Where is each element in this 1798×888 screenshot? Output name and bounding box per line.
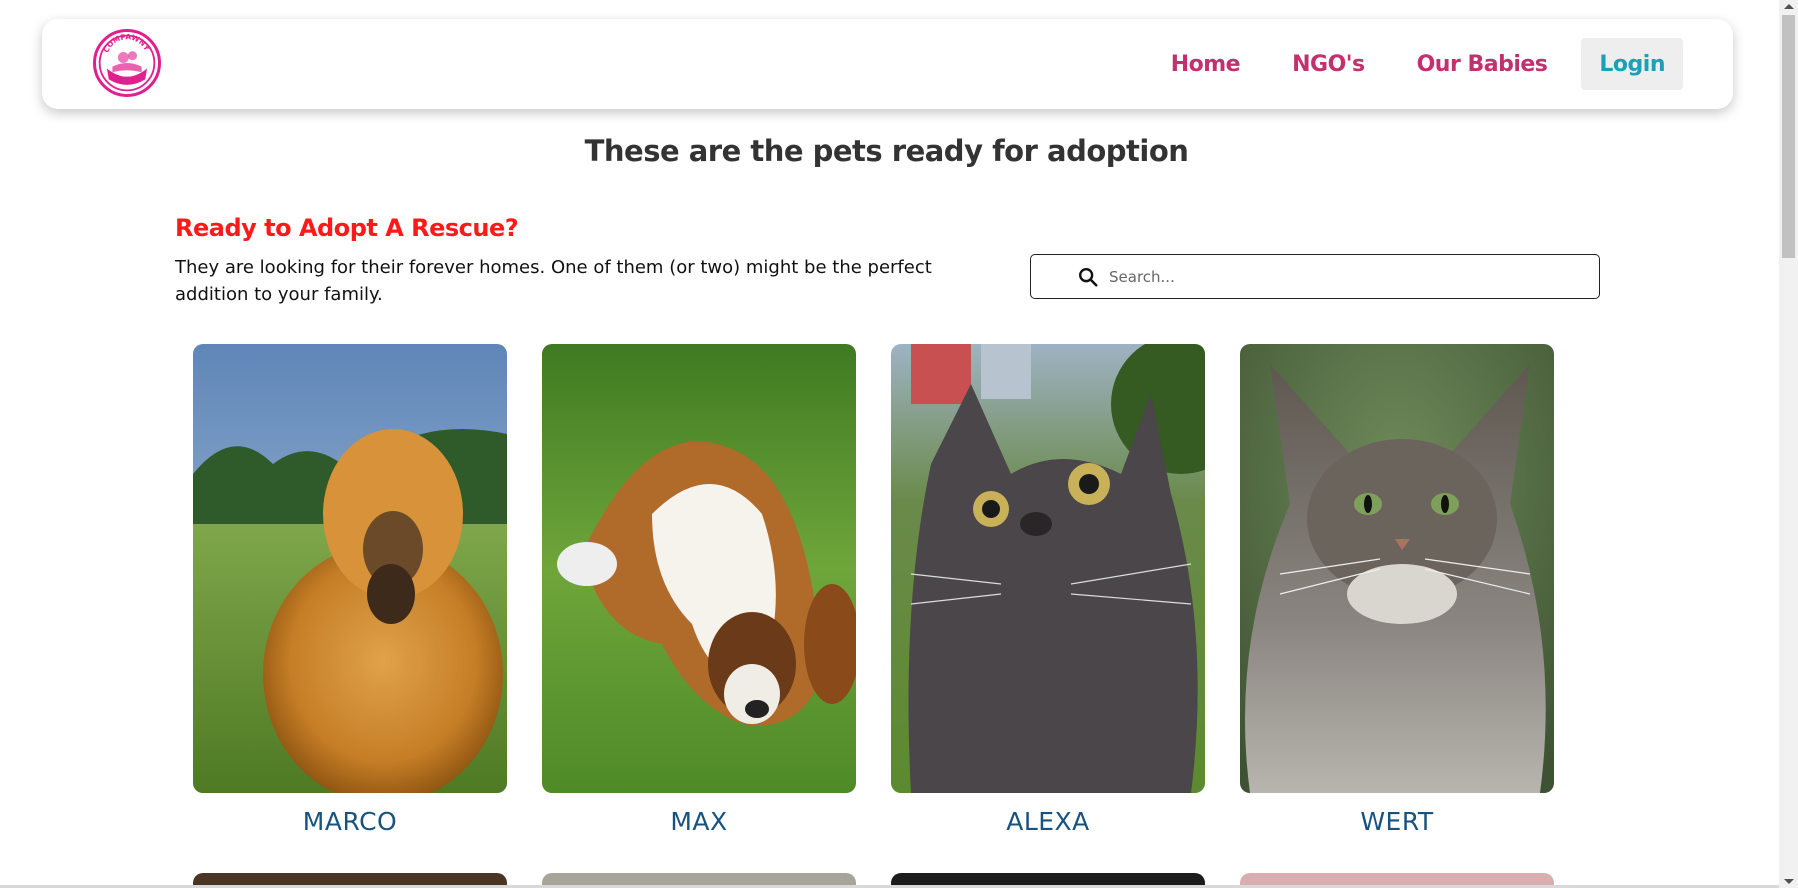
page-title: These are the pets ready for adoption — [584, 134, 1189, 168]
nav-link-home[interactable]: Home — [1171, 52, 1241, 77]
pet-card-wert[interactable]: WERT — [1240, 344, 1554, 836]
dog-photo — [542, 344, 856, 793]
pet-name[interactable]: WERT — [1240, 807, 1554, 836]
cat-photo — [1240, 344, 1554, 793]
pet-photo[interactable] — [542, 344, 856, 793]
scroll-down-icon[interactable] — [1784, 879, 1794, 884]
scroll-up-icon[interactable] — [1784, 4, 1794, 9]
brand-logo[interactable]: COMPAWNY — [93, 29, 161, 97]
pet-name[interactable]: ALEXA — [891, 807, 1205, 836]
nav-link-ngos[interactable]: NGO's — [1292, 52, 1365, 77]
vertical-scrollbar[interactable] — [1779, 0, 1798, 888]
nav-link-our-babies[interactable]: Our Babies — [1417, 52, 1548, 77]
nav-links: Home NGO's Our Babies Login — [1119, 38, 1683, 90]
navbar: COMPAWNY Home NGO's Our Babies Login — [42, 19, 1733, 109]
cta-title: Ready to Adopt A Rescue? — [175, 214, 519, 242]
pet-card-marco[interactable]: MARCO — [193, 344, 507, 836]
search-icon — [1079, 267, 1098, 287]
search-box[interactable] — [1030, 254, 1600, 299]
pet-card-max[interactable]: MAX — [542, 344, 856, 836]
pet-card-alexa[interactable]: ALEXA — [891, 344, 1205, 836]
scroll-thumb[interactable] — [1782, 15, 1795, 258]
pet-photo[interactable] — [1240, 344, 1554, 793]
pet-photo[interactable] — [193, 344, 507, 793]
cta-description: They are looking for their forever homes… — [175, 257, 932, 305]
cat-photo — [891, 344, 1205, 793]
pet-name[interactable]: MAX — [542, 807, 856, 836]
dog-photo — [193, 344, 507, 793]
login-button[interactable]: Login — [1581, 38, 1683, 90]
logo-graphic: COMPAWNY — [98, 32, 156, 92]
search-input[interactable] — [1109, 267, 1589, 286]
pet-name[interactable]: MARCO — [193, 807, 507, 836]
pet-photo[interactable] — [891, 344, 1205, 793]
